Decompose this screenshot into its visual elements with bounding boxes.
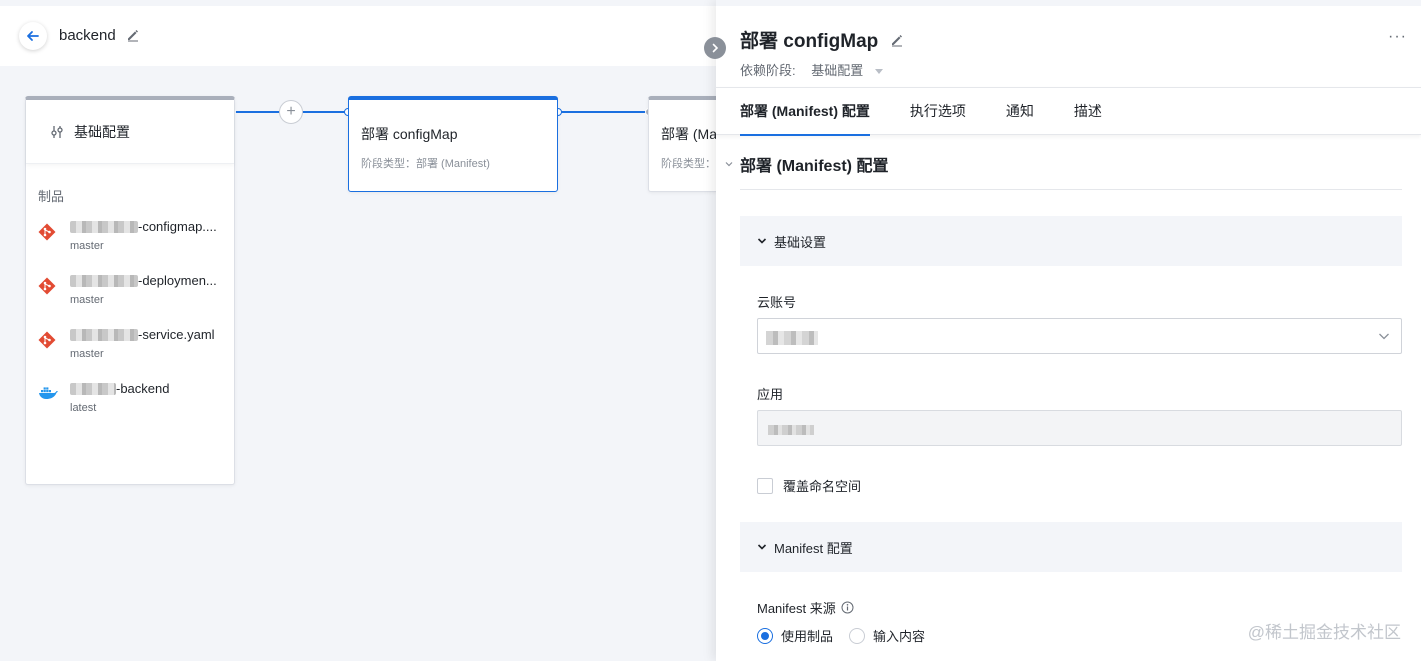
radio-label: 使用制品	[781, 629, 834, 644]
git-icon	[38, 223, 56, 241]
tab-notifications[interactable]: 通知	[1006, 88, 1034, 135]
watermark: @稀土掘金技术社区	[1247, 623, 1401, 642]
manifest-source-radio-group: 使用制品 输入内容	[757, 626, 941, 645]
group-title: 基础设置	[774, 234, 827, 250]
git-icon	[38, 331, 56, 349]
plus-icon: +	[286, 103, 296, 120]
redacted-text	[768, 425, 814, 435]
artifacts-label: 制品	[38, 189, 65, 204]
redacted-text	[70, 275, 138, 287]
artifact-name: -deploymen...	[138, 273, 217, 288]
override-namespace-row[interactable]: 覆盖命名空间	[757, 476, 861, 495]
drawer-title: 部署 configMap	[740, 26, 904, 53]
pipeline-title: backend	[59, 27, 116, 44]
redacted-text	[766, 331, 818, 345]
radio-button[interactable]	[757, 627, 773, 644]
edit-title-button[interactable]	[126, 28, 140, 45]
sliders-icon	[51, 125, 63, 138]
connector-line	[558, 111, 650, 113]
depends-on: 依赖阶段: 基础配置	[740, 60, 883, 79]
tab-description[interactable]: 描述	[1074, 88, 1102, 135]
artifact-ref: master	[70, 348, 104, 360]
chevron-right-icon	[712, 43, 719, 53]
back-button[interactable]	[19, 22, 47, 50]
radio-input-content[interactable]: 输入内容	[849, 626, 925, 645]
manifest-source-text: Manifest 来源	[757, 601, 836, 616]
pipeline-canvas: + 基础配置 制品 -configmap.... master -deploym…	[0, 66, 738, 661]
section-title: 部署 (Manifest) 配置	[740, 158, 889, 175]
stage-header: 基础配置	[26, 100, 234, 164]
drawer-title-text: 部署 configMap	[740, 31, 879, 52]
pipeline-header: backend	[0, 0, 716, 66]
cloud-account-label: 云账号	[757, 295, 797, 310]
group-manifest-config[interactable]: Manifest 配置	[740, 522, 1402, 572]
chevron-down-icon[interactable]	[724, 159, 734, 169]
info-icon[interactable]	[841, 601, 854, 614]
radio-use-artifact[interactable]: 使用制品	[757, 626, 833, 645]
group-title: Manifest 配置	[774, 540, 853, 556]
tab-manifest-config[interactable]: 部署 (Manifest) 配置	[740, 88, 870, 136]
cloud-account-select[interactable]	[757, 318, 1402, 354]
divider	[740, 189, 1402, 190]
artifact-ref: master	[70, 294, 104, 306]
tab-execution-options[interactable]: 执行选项	[910, 88, 966, 135]
arrow-left-icon	[27, 31, 39, 41]
manifest-source-label: Manifest 来源	[757, 598, 854, 617]
artifact-name: -configmap....	[138, 219, 217, 234]
radio-button[interactable]	[849, 627, 866, 644]
artifact-item[interactable]: -deploymen... master	[26, 273, 234, 327]
artifact-item[interactable]: -service.yaml master	[26, 327, 234, 381]
artifact-name: -service.yaml	[138, 327, 215, 342]
redacted-text	[70, 221, 138, 233]
chevron-down-icon	[757, 544, 767, 550]
artifact-ref: master	[70, 240, 104, 252]
docker-icon	[39, 387, 58, 399]
depends-label: 依赖阶段:	[740, 63, 796, 78]
collapse-drawer-button[interactable]	[704, 37, 726, 59]
redacted-text	[70, 383, 116, 395]
more-options-button[interactable]: ···	[1388, 28, 1407, 46]
radio-label: 输入内容	[873, 629, 926, 644]
drawer-tabs: 部署 (Manifest) 配置 执行选项 通知 描述	[716, 87, 1421, 136]
depends-select[interactable]: 基础配置	[811, 63, 863, 78]
pencil-icon	[128, 30, 138, 42]
caret-down-icon[interactable]	[874, 69, 883, 75]
stage-deploy-configmap[interactable]: 部署 configMap 阶段类型：部署 (Manifest)	[348, 96, 558, 192]
artifact-item[interactable]: -configmap.... master	[26, 219, 234, 273]
override-namespace-checkbox[interactable]	[757, 477, 773, 494]
app-input	[757, 410, 1402, 446]
git-icon	[38, 277, 56, 295]
pencil-icon[interactable]	[890, 33, 904, 47]
group-basic-settings[interactable]: 基础设置	[740, 216, 1402, 266]
stage-base-config[interactable]: 基础配置 制品 -configmap.... master -deploymen…	[25, 96, 235, 485]
app-label: 应用	[757, 387, 784, 402]
chevron-down-icon	[757, 238, 767, 244]
stage-title: 部署 configMap	[361, 126, 458, 142]
artifact-name: -backend	[116, 381, 170, 396]
artifact-ref: latest	[70, 402, 97, 414]
override-namespace-label: 覆盖命名空间	[783, 479, 862, 494]
redacted-text	[70, 329, 138, 341]
stage-type: 阶段类型：部署 (Manifest)	[361, 158, 490, 170]
chevron-down-icon	[1379, 333, 1389, 340]
stage-title: 基础配置	[74, 123, 130, 140]
artifact-item[interactable]: -backend latest	[26, 381, 234, 435]
add-stage-button[interactable]: +	[279, 100, 303, 124]
stage-config-drawer: 部署 configMap ··· 依赖阶段: 基础配置 部署 (Manifest…	[716, 0, 1421, 661]
